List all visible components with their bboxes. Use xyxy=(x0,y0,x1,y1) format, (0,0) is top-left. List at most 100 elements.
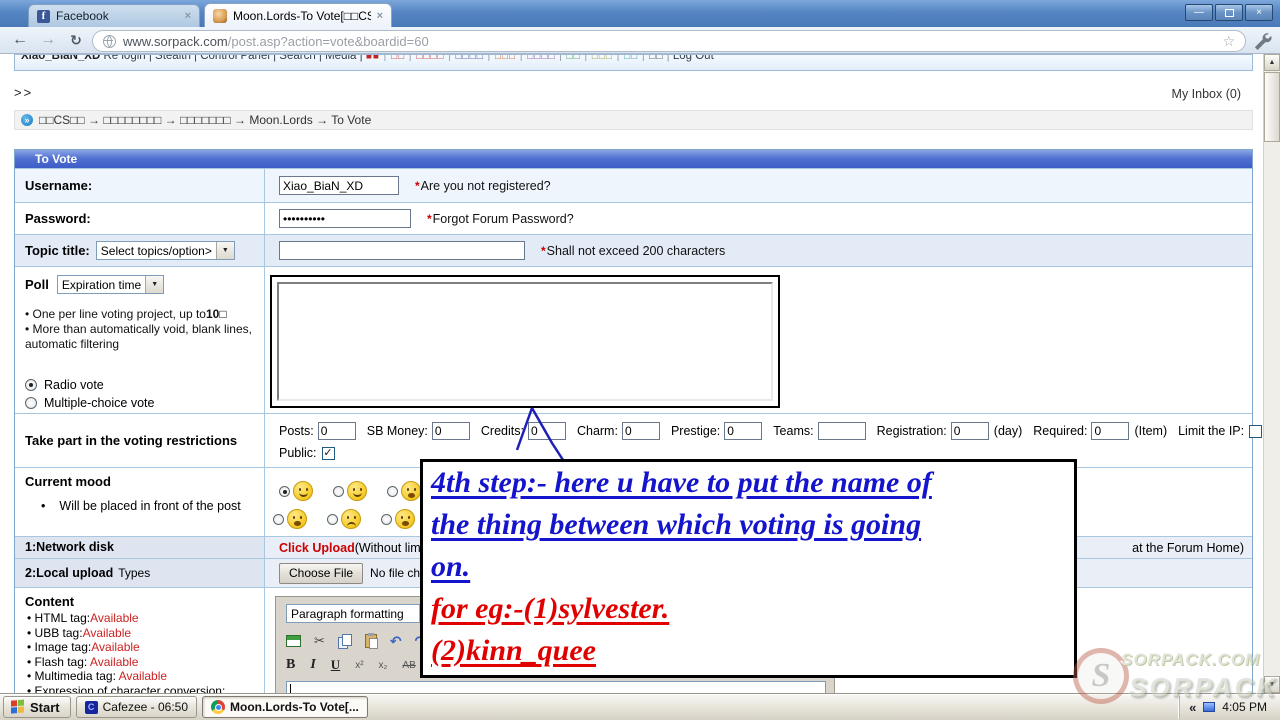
strikethrough-button[interactable]: AB xyxy=(402,660,415,671)
password-input[interactable] xyxy=(279,209,411,228)
poll-rules: • One per line voting project, up to10□ … xyxy=(25,307,264,352)
bold-button[interactable]: B xyxy=(286,657,295,673)
radio-icon[interactable] xyxy=(273,514,284,525)
chrome-icon xyxy=(211,700,225,714)
mood-note: Will be placed in front of the post xyxy=(59,499,240,513)
mood-option-giggle[interactable] xyxy=(333,481,387,501)
restore-button[interactable] xyxy=(1215,4,1243,21)
tray-collapse-icon[interactable]: « xyxy=(1189,700,1196,715)
restore-icon xyxy=(1225,9,1234,17)
scrollbar-thumb[interactable] xyxy=(1264,72,1280,142)
superscript-button[interactable]: x² xyxy=(355,660,363,671)
topic-title-input[interactable] xyxy=(279,241,525,260)
bookmark-star-icon[interactable]: ☆ xyxy=(1222,33,1235,50)
reload-button[interactable]: ↻ xyxy=(64,29,88,51)
paste-icon[interactable] xyxy=(365,634,377,648)
radio-selected-icon[interactable] xyxy=(25,379,37,391)
username-row: Username: *Are you not registered? xyxy=(15,168,1252,202)
poll-row: Poll Expiration time ▼ • One per line vo… xyxy=(15,266,1252,413)
underline-button[interactable]: U xyxy=(331,657,340,673)
close-tab-icon[interactable]: × xyxy=(185,10,191,22)
scroll-up-icon[interactable]: ▲ xyxy=(1264,54,1280,71)
sb-money-input[interactable] xyxy=(432,422,470,440)
breadcrumb-text[interactable]: □□CS□□ → □□□□□□□□ → □□□□□□□ → Moon.Lords… xyxy=(39,113,371,127)
content-permissions: • HTML tag:Available • UBB tag:Available… xyxy=(27,611,264,693)
smiley-giggle-icon xyxy=(347,481,367,501)
new-window-icon[interactable] xyxy=(286,635,301,647)
nav-links[interactable]: Re login | Stealth | Control Panel | Sea… xyxy=(103,54,362,62)
forum-top-nav-text[interactable]: Xiao_BiaN_XD Re login | Stealth | Contro… xyxy=(15,54,1252,62)
chevron-down-icon: ▼ xyxy=(145,276,163,293)
tab-facebook-label: Facebook xyxy=(56,9,179,23)
italic-button[interactable]: I xyxy=(310,657,315,673)
radio-selected-icon[interactable] xyxy=(279,486,290,497)
click-upload-link[interactable]: Click Upload xyxy=(279,541,355,555)
tab-facebook[interactable]: f Facebook × xyxy=(28,4,200,27)
taskbar-item-browser[interactable]: Moon.Lords-To Vote[... xyxy=(202,696,368,718)
page-scrollbar[interactable]: ▲ ▼ xyxy=(1263,54,1280,693)
multiple-choice-option[interactable]: Multiple-choice vote xyxy=(25,394,264,412)
smiley-laughcry-icon xyxy=(395,509,415,529)
radio-unselected-icon[interactable] xyxy=(25,397,37,409)
radio-icon[interactable] xyxy=(387,486,398,497)
close-tab-icon[interactable]: × xyxy=(377,10,383,22)
username-input[interactable] xyxy=(279,176,399,195)
prestige-input[interactable] xyxy=(724,422,762,440)
public-checkbox[interactable]: ✓ xyxy=(322,447,335,460)
register-link[interactable]: Are you not registered? xyxy=(421,179,551,193)
required-asterisk: * xyxy=(427,212,432,226)
paragraph-format-select[interactable]: Paragraph formatting ▼ xyxy=(286,604,438,623)
radio-vote-option[interactable]: Radio vote xyxy=(25,376,264,394)
minimize-button[interactable]: — xyxy=(1185,4,1213,21)
registration-input[interactable] xyxy=(951,422,989,440)
smiley-blush-icon xyxy=(401,481,421,501)
forgot-password-link[interactable]: Forgot Forum Password? xyxy=(433,212,574,226)
password-label: Password: xyxy=(15,203,265,234)
annotation-line: on. xyxy=(431,546,1066,588)
browser-toolbar: ← → ↻ www.sorpack.com/post.asp?action=vo… xyxy=(0,27,1280,54)
limit-ip-checkbox[interactable] xyxy=(1249,425,1262,438)
radio-icon[interactable] xyxy=(327,514,338,525)
mood-option-think[interactable] xyxy=(273,509,327,529)
start-button[interactable]: Start xyxy=(3,696,71,718)
topic-title-row: Topic title: Select topics/option> ▼ *Sh… xyxy=(15,234,1252,266)
forward-button[interactable]: → xyxy=(36,29,60,51)
clock[interactable]: 4:05 PM xyxy=(1222,700,1267,714)
cafezee-icon: C xyxy=(85,701,98,714)
close-button[interactable]: × xyxy=(1245,4,1273,21)
teams-input[interactable] xyxy=(818,422,866,440)
annotation-arrow xyxy=(495,395,585,467)
required-input[interactable] xyxy=(1091,422,1129,440)
wrench-menu-icon[interactable] xyxy=(1252,31,1272,51)
screen: f Facebook × Moon.Lords-To Vote[□□CS□ × … xyxy=(0,0,1280,720)
public-label: Public: xyxy=(279,446,317,460)
smiley-smile-icon xyxy=(293,481,313,501)
scroll-down-icon[interactable]: ▼ xyxy=(1264,676,1280,693)
tab-favicon-avatar xyxy=(213,9,227,23)
topic-select[interactable]: Select topics/option> ▼ xyxy=(96,241,235,260)
poll-options-textarea[interactable] xyxy=(277,282,773,401)
quick-jump-arrows: >> xyxy=(14,85,33,100)
undo-icon[interactable]: ↶ xyxy=(390,633,402,650)
taskbar-item-cafezee[interactable]: C Cafezee - 06:50 xyxy=(76,696,197,718)
mood-option-smile[interactable] xyxy=(279,481,333,501)
copy-icon[interactable] xyxy=(338,634,352,648)
posts-input[interactable] xyxy=(318,422,356,440)
tray-network-icon[interactable] xyxy=(1203,702,1215,712)
choose-file-button[interactable]: Choose File xyxy=(279,563,363,584)
tab-moonlords[interactable]: Moon.Lords-To Vote[□□CS□ × xyxy=(204,3,392,27)
mood-option-angry[interactable] xyxy=(327,509,381,529)
nav-category-squares[interactable]: ■■ | □□ | □□□□ | □□□□ | □□□ | □□□□ | □□ … xyxy=(366,54,664,62)
charm-input[interactable] xyxy=(622,422,660,440)
back-button[interactable]: ← xyxy=(8,29,32,51)
subscript-button[interactable]: x₂ xyxy=(379,660,388,671)
expiration-select[interactable]: Expiration time ▼ xyxy=(57,275,164,294)
address-bar[interactable]: www.sorpack.com/post.asp?action=vote&boa… xyxy=(92,30,1246,52)
cut-icon[interactable]: ✂ xyxy=(314,633,325,649)
message-body-input[interactable] xyxy=(286,681,826,693)
radio-icon[interactable] xyxy=(333,486,344,497)
topic-title-label: Topic title: xyxy=(25,243,90,258)
radio-icon[interactable] xyxy=(381,514,392,525)
nav-logout-link[interactable]: Log Out xyxy=(673,54,714,62)
my-inbox-link[interactable]: My Inbox (0) xyxy=(1172,87,1241,101)
